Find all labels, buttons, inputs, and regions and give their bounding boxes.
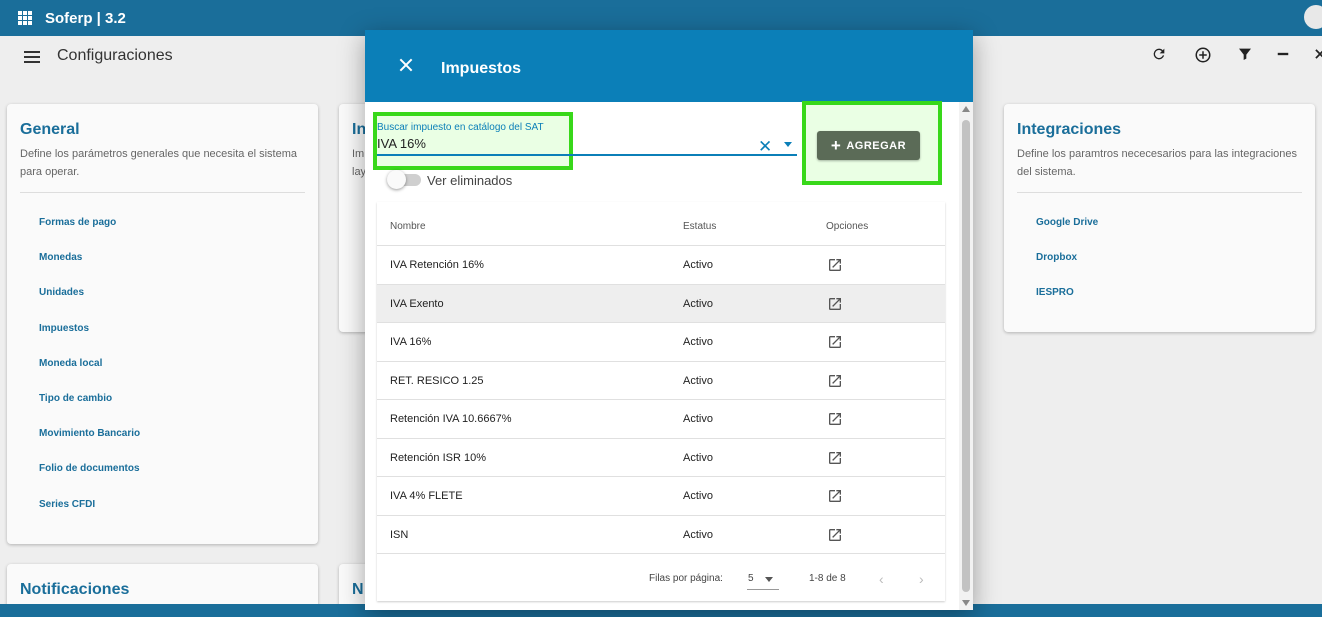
settings-link-iespro[interactable]: IESPRO (1036, 287, 1315, 322)
close-icon[interactable] (1310, 46, 1322, 66)
column-header-status[interactable]: Estatus (683, 221, 716, 232)
row-status: Activo (683, 374, 713, 387)
row-status: Activo (683, 413, 713, 425)
row-name: Retención IVA 10.6667% (390, 413, 512, 425)
settings-link-dropbox[interactable]: Dropbox (1036, 252, 1315, 287)
scroll-up-arrow-icon[interactable] (962, 106, 970, 112)
divider (1017, 192, 1302, 193)
card-description: Define los parámetros generales que nece… (20, 148, 297, 178)
row-name: RET. RESICO 1.25 (390, 374, 484, 387)
hamburger-menu-icon[interactable] (24, 51, 40, 63)
table-pagination: Filas por página: 5 1-8 de 8 ‹ › (377, 554, 945, 601)
plus-icon: + (830, 135, 842, 155)
row-status: Activo (683, 297, 713, 310)
card-title: General (20, 121, 80, 138)
dialog-header: Impuestos (365, 30, 973, 102)
dialog-title: Impuestos (441, 60, 522, 77)
scroll-thumb[interactable] (962, 120, 970, 592)
search-input[interactable]: IVA 16% (377, 136, 426, 151)
settings-link-movimiento-bancario[interactable]: Movimiento Bancario (39, 428, 318, 463)
search-label: Buscar impuesto en catálogo del SAT (377, 122, 544, 133)
settings-link-tipo-de-cambio[interactable]: Tipo de cambio (39, 393, 318, 428)
minimize-icon[interactable] (1273, 46, 1293, 66)
open-in-new-icon[interactable] (827, 411, 843, 427)
divider (20, 192, 305, 193)
table-row: IVA 16% Activo (377, 323, 945, 362)
rows-per-page-select[interactable]: 5 (747, 566, 779, 590)
open-in-new-icon[interactable] (827, 488, 843, 504)
integraciones-card: Integraciones Define los paramtros necec… (1004, 104, 1315, 332)
add-button[interactable]: + AGREGAR (817, 131, 920, 160)
settings-link-monedas[interactable]: Monedas (39, 252, 318, 287)
general-card: General Define los parámetros generales … (7, 104, 318, 544)
rows-per-page-value: 5 (748, 573, 754, 584)
settings-link-google-drive[interactable]: Google Drive (1036, 217, 1315, 252)
search-underline (377, 154, 797, 156)
open-in-new-icon[interactable] (827, 296, 843, 312)
column-header-name[interactable]: Nombre (390, 221, 426, 232)
settings-link-impuestos[interactable]: Impuestos (39, 323, 318, 358)
chevron-down-icon[interactable] (784, 142, 792, 147)
table-row: IVA 4% FLETE Activo (377, 477, 945, 516)
row-status: Activo (683, 490, 713, 502)
row-status: Activo (683, 259, 713, 271)
table-row: IVA Exento Activo (377, 284, 945, 323)
row-name: IVA 4% FLETE (390, 490, 463, 502)
table-row: Retención ISR 10% Activo (377, 439, 945, 477)
open-in-new-icon[interactable] (827, 334, 843, 350)
row-name: IVA Retención 16% (390, 259, 484, 271)
rows-per-page-label: Filas por página: (649, 573, 723, 584)
chevron-left-icon[interactable]: ‹ (879, 571, 884, 587)
table-row: IVA Retención 16% Activo (377, 246, 945, 285)
toggle-label: Ver eliminados (427, 173, 513, 188)
row-name: IVA 16% (390, 336, 432, 348)
open-in-new-icon[interactable] (827, 450, 843, 466)
toggle-knob[interactable] (387, 170, 406, 189)
app-title: Soferp | 3.2 (45, 9, 126, 27)
dialog-scrollbar[interactable] (959, 102, 973, 610)
row-name: ISN (390, 528, 409, 541)
pagination-range: 1-8 de 8 (809, 573, 846, 584)
chevron-down-icon (765, 577, 773, 582)
card-title: Notificaciones (20, 581, 130, 598)
chevron-right-icon[interactable]: › (919, 571, 924, 587)
open-in-new-icon[interactable] (827, 257, 843, 273)
refresh-icon[interactable] (1149, 46, 1169, 66)
table-row: RET. RESICO 1.25 Activo (377, 362, 945, 400)
add-button-label: AGREGAR (846, 139, 907, 152)
close-icon[interactable] (397, 57, 415, 75)
impuestos-dialog: Impuestos Buscar impuesto en catálogo de… (365, 30, 973, 610)
table-row: ISN Activo (377, 516, 945, 554)
clear-icon[interactable]: ✕ (758, 137, 772, 157)
row-name: IVA Exento (390, 297, 444, 310)
avatar[interactable] (1304, 5, 1322, 29)
settings-link-unidades[interactable]: Unidades (39, 287, 318, 322)
row-status: Activo (683, 451, 713, 464)
settings-link-series-cfdi[interactable]: Series CFDI (39, 499, 318, 534)
column-header-options: Opciones (826, 221, 869, 232)
taxes-table: Nombre Estatus Opciones IVA Retención 16… (377, 202, 945, 601)
card-description: Define los paramtros nececesarios para l… (1017, 148, 1298, 178)
scroll-down-arrow-icon[interactable] (962, 600, 970, 606)
table-row: Retención IVA 10.6667% Activo (377, 400, 945, 439)
table-header: Nombre Estatus Opciones (377, 202, 945, 246)
page-title: Configuraciones (57, 47, 173, 64)
settings-link-moneda-local[interactable]: Moneda local (39, 358, 318, 393)
add-circle-icon[interactable] (1193, 46, 1213, 66)
apps-grid-icon[interactable] (18, 11, 32, 25)
filter-icon[interactable] (1235, 46, 1255, 66)
row-status: Activo (683, 528, 713, 541)
open-in-new-icon[interactable] (827, 527, 843, 543)
row-status: Activo (683, 336, 713, 348)
row-name: Retención ISR 10% (390, 451, 486, 464)
settings-link-formas-de-pago[interactable]: Formas de pago (39, 217, 318, 252)
open-in-new-icon[interactable] (827, 373, 843, 389)
settings-link-folio-de-documentos[interactable]: Folio de documentos (39, 463, 318, 498)
card-title: Integraciones (1017, 121, 1122, 138)
